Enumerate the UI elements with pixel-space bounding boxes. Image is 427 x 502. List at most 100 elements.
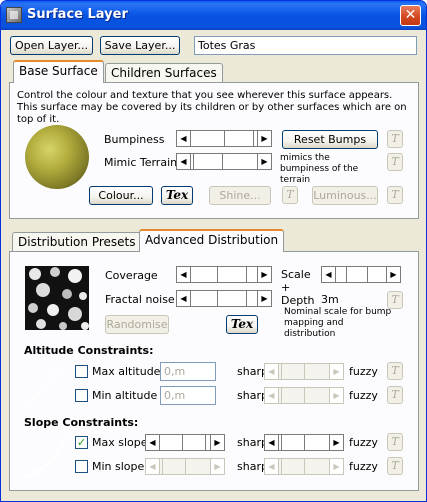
scale-slider[interactable]: ◀ ▶ — [321, 266, 401, 283]
altitude-constraints-title: Altitude Constraints: — [24, 344, 154, 357]
max-slope-slider[interactable]: ◀ ▶ — [145, 434, 225, 451]
slider-left-arrow[interactable]: ◀ — [145, 458, 160, 475]
max-slope-fuzzy-label: fuzzy — [349, 436, 378, 449]
max-altitude-field[interactable]: 0,m — [160, 362, 216, 381]
close-button[interactable]: ✕ — [400, 5, 421, 26]
slider-thumb[interactable] — [182, 435, 206, 450]
min-slope-fuzz-slider[interactable]: ◀ ▶ — [264, 458, 344, 475]
layer-name-input[interactable]: Totes Gras — [194, 36, 417, 55]
min-altitude-field[interactable]: 0,m — [160, 386, 216, 405]
slider-left-arrow[interactable]: ◀ — [264, 387, 279, 404]
tab-base-surface[interactable]: Base Surface — [13, 60, 104, 83]
slider-right-arrow[interactable]: ▶ — [329, 458, 344, 475]
slider-left-arrow[interactable]: ◀ — [264, 458, 279, 475]
slider-right-arrow[interactable]: ▶ — [386, 266, 401, 283]
slider-track[interactable] — [191, 130, 257, 147]
min-altitude-info-button[interactable]: T — [387, 386, 403, 404]
mimic-info-button[interactable]: T — [387, 153, 403, 171]
slider-right-arrow[interactable]: ▶ — [210, 434, 225, 451]
min-slope-info-button[interactable]: T — [387, 457, 403, 475]
slider-left-arrow[interactable]: ◀ — [176, 153, 191, 170]
bumpiness-slider[interactable]: ◀ ▶ — [176, 130, 272, 147]
max-slope-info-button[interactable]: T — [387, 433, 403, 451]
slider-thumb[interactable] — [217, 291, 247, 306]
surface-preview-sphere — [25, 125, 89, 189]
slider-left-arrow[interactable]: ◀ — [264, 434, 279, 451]
slider-track[interactable] — [191, 153, 257, 170]
altitude-curve-icon — [24, 365, 64, 407]
coverage-slider[interactable]: ◀ ▶ — [176, 266, 272, 283]
slider-right-arrow[interactable]: ▶ — [329, 387, 344, 404]
colour-button[interactable]: Colour... — [89, 186, 153, 205]
luminous-info-button[interactable]: T — [387, 186, 403, 204]
slider-left-arrow[interactable]: ◀ — [176, 266, 191, 283]
slider-track[interactable] — [279, 363, 329, 380]
tab-distribution-presets[interactable]: Distribution Presets — [12, 232, 142, 252]
slider-right-arrow[interactable]: ▶ — [210, 458, 225, 475]
slider-track[interactable] — [336, 266, 386, 283]
slider-right-arrow[interactable]: ▶ — [257, 153, 272, 170]
min-altitude-fuzzy-label: fuzzy — [349, 389, 378, 402]
min-slope-slider[interactable]: ◀ ▶ — [145, 458, 225, 475]
mimic-terrain-label: Mimic Terrain — [104, 156, 178, 169]
max-altitude-fuzzy-label: fuzzy — [349, 365, 378, 378]
min-altitude-checkbox[interactable] — [75, 389, 88, 402]
bumpiness-info-button[interactable]: T — [387, 130, 403, 148]
slider-left-arrow[interactable]: ◀ — [176, 130, 191, 147]
distribution-tex-button[interactable]: Tex — [226, 315, 258, 334]
title-bar[interactable]: Surface Layer ✕ — [1, 1, 426, 30]
max-slope-checkbox[interactable]: ✓ — [75, 436, 88, 449]
max-slope-fuzz-slider[interactable]: ◀ ▶ — [264, 434, 344, 451]
slope-curve-icon — [24, 435, 68, 477]
slider-right-arrow[interactable]: ▶ — [329, 434, 344, 451]
max-altitude-checkbox[interactable] — [75, 365, 88, 378]
slider-thumb[interactable] — [281, 435, 305, 450]
slider-thumb[interactable] — [346, 267, 368, 282]
min-slope-fuzzy-label: fuzzy — [349, 460, 378, 473]
slider-thumb[interactable] — [281, 388, 305, 403]
fractal-noise-preview — [25, 266, 89, 330]
slider-left-arrow[interactable]: ◀ — [176, 290, 191, 307]
randomise-button[interactable]: Randomise — [105, 315, 169, 334]
shine-info-button[interactable]: T — [282, 186, 298, 204]
reset-bumps-button[interactable]: Reset Bumps — [282, 130, 378, 149]
tab-children-surfaces[interactable]: Children Surfaces — [105, 63, 223, 83]
max-altitude-fuzz-slider[interactable]: ◀ ▶ — [264, 363, 344, 380]
surface-layer-window: Surface Layer ✕ Open Layer... Save Layer… — [0, 0, 427, 502]
shine-button[interactable]: Shine... — [209, 186, 271, 205]
open-layer-button[interactable]: Open Layer... — [10, 36, 93, 55]
slider-track[interactable] — [279, 458, 329, 475]
mimic-terrain-slider[interactable]: ◀ ▶ — [176, 153, 272, 170]
slider-track[interactable] — [191, 290, 257, 307]
fractal-noise-slider[interactable]: ◀ ▶ — [176, 290, 272, 307]
tab-advanced-distribution[interactable]: Advanced Distribution — [139, 229, 285, 252]
slider-left-arrow[interactable]: ◀ — [145, 434, 160, 451]
bumpiness-label: Bumpiness — [104, 133, 165, 146]
save-layer-button[interactable]: Save Layer... — [100, 36, 180, 55]
slider-track[interactable] — [160, 434, 210, 451]
slider-track[interactable] — [279, 387, 329, 404]
min-altitude-fuzz-slider[interactable]: ◀ ▶ — [264, 387, 344, 404]
slider-thumb[interactable] — [281, 364, 305, 379]
slider-right-arrow[interactable]: ▶ — [329, 363, 344, 380]
min-slope-checkbox[interactable] — [75, 460, 88, 473]
slider-right-arrow[interactable]: ▶ — [257, 266, 272, 283]
colour-tex-button[interactable]: Tex — [161, 186, 193, 205]
slider-thumb[interactable] — [162, 459, 186, 474]
slider-right-arrow[interactable]: ▶ — [257, 290, 272, 307]
slider-right-arrow[interactable]: ▶ — [257, 130, 272, 147]
noise-texture — [25, 266, 89, 330]
max-altitude-info-button[interactable]: T — [387, 362, 403, 380]
slider-track[interactable] — [191, 266, 257, 283]
slider-thumb[interactable] — [193, 154, 223, 169]
luminous-button[interactable]: Luminous... — [312, 186, 378, 205]
slider-left-arrow[interactable]: ◀ — [264, 363, 279, 380]
slider-track[interactable] — [160, 458, 210, 475]
slope-constraints-title: Slope Constraints: — [24, 416, 139, 429]
slider-thumb[interactable] — [224, 131, 254, 146]
slider-thumb[interactable] — [217, 267, 247, 282]
base-description: Control the colour and texture that you … — [17, 90, 407, 125]
slider-thumb[interactable] — [281, 459, 305, 474]
slider-left-arrow[interactable]: ◀ — [321, 266, 336, 283]
slider-track[interactable] — [279, 434, 329, 451]
